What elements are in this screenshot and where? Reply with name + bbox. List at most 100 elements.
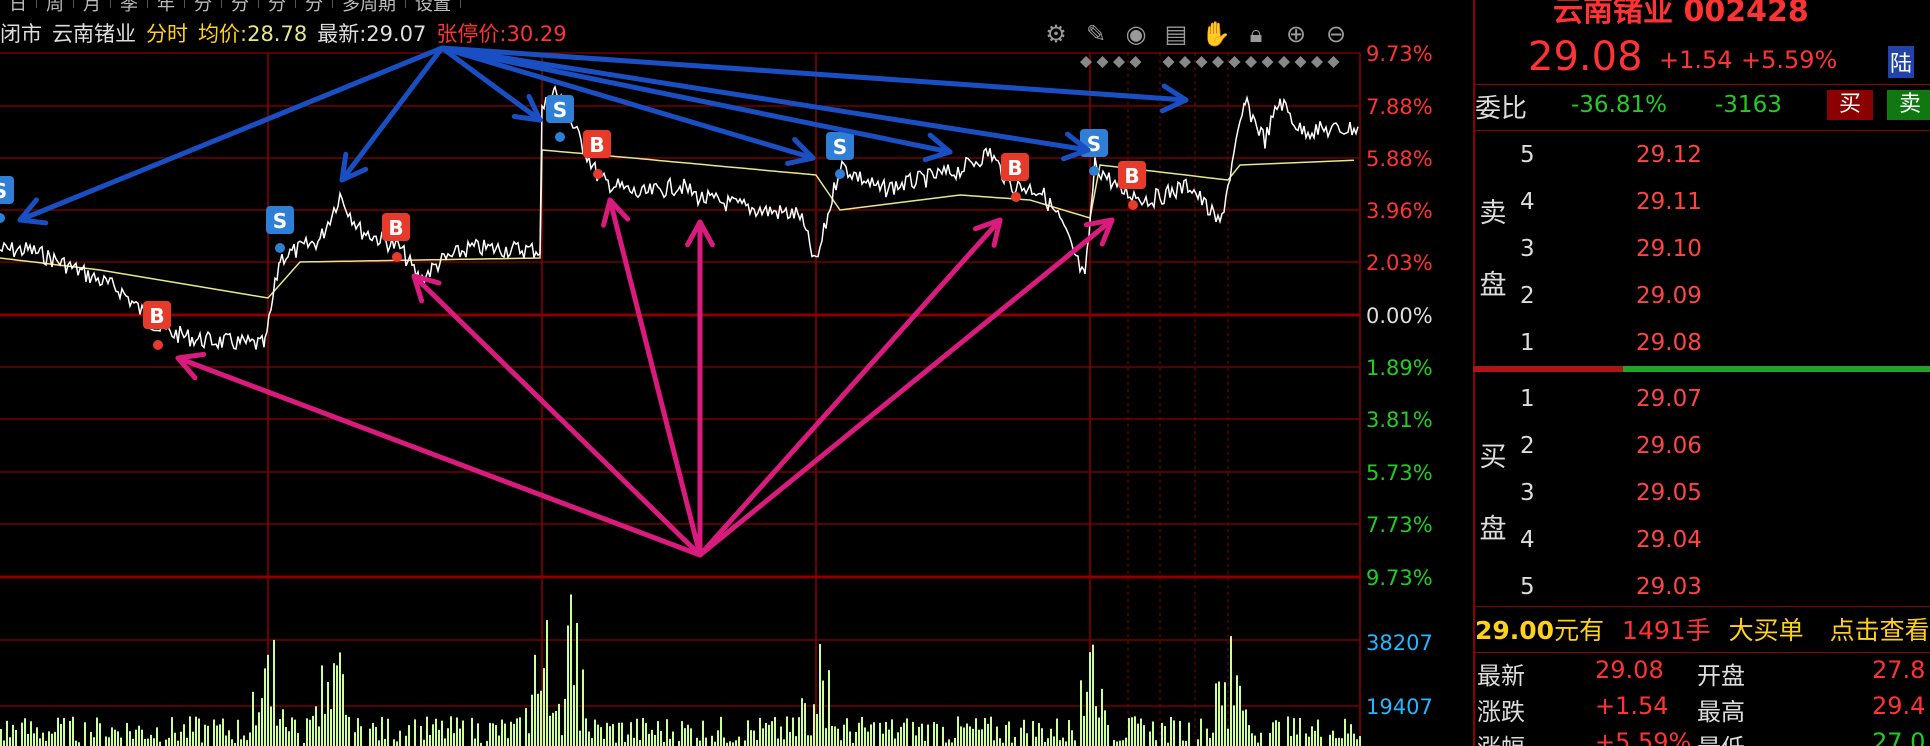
volume-bar <box>1170 716 1172 746</box>
zoom-out-icon[interactable]: ⊖ <box>1320 18 1352 50</box>
period-menu-item[interactable]: 分 <box>296 0 333 15</box>
stat-value: 29.4 <box>1872 692 1926 720</box>
volume-bar <box>816 713 818 746</box>
stat-label: 涨跌 <box>1477 698 1525 726</box>
volume-bar <box>984 717 986 746</box>
zoom-in-icon[interactable]: ⊕ <box>1280 18 1312 50</box>
volume-bar <box>36 727 38 746</box>
volume-bar <box>147 738 149 746</box>
volume-bar <box>1338 737 1340 746</box>
volume-bar <box>552 712 554 746</box>
eye-icon[interactable]: ◉ <box>1120 18 1152 50</box>
volume-bar <box>969 726 971 746</box>
volume-bar <box>828 670 830 746</box>
volume-bar <box>174 732 176 746</box>
volume-bar <box>624 741 626 746</box>
hand-icon[interactable]: ✋ <box>1200 18 1232 50</box>
period-menu-item[interactable]: 分 <box>222 0 259 15</box>
volume-bar <box>396 741 398 746</box>
draw-pen-icon[interactable]: ✎ <box>1080 18 1112 50</box>
order-row[interactable]: 229.0645 <box>1520 425 1930 471</box>
period-menu-item[interactable]: 周 <box>37 0 74 15</box>
volume-bar <box>261 698 263 746</box>
period-menu-item[interactable]: 分 <box>259 0 296 15</box>
volume-bar <box>738 736 740 746</box>
volume-bar <box>282 709 284 746</box>
period-menu-item[interactable]: 年 <box>148 0 185 15</box>
volume-bar <box>681 721 683 746</box>
volume-bar <box>420 725 422 746</box>
period-menu-item[interactable]: 季 <box>111 0 148 15</box>
volume-bar <box>1233 705 1235 746</box>
volume-bar <box>168 737 170 746</box>
volume-bar <box>798 717 800 746</box>
volume-bar <box>888 729 890 746</box>
order-row[interactable]: 129.08416 <box>1520 322 1930 368</box>
order-row[interactable]: 329.0530 <box>1520 472 1930 518</box>
volume-bar <box>648 733 650 746</box>
volume-bar <box>627 734 629 746</box>
volume-bar <box>1341 738 1343 746</box>
volume-bar <box>216 725 218 746</box>
order-row[interactable]: 529.1222 <box>1520 134 1930 180</box>
order-row[interactable]: 229.0924 <box>1520 275 1930 321</box>
annotation-arrow <box>697 217 1115 558</box>
view-mode[interactable]: 分时 <box>146 18 188 48</box>
volume-bar <box>1314 730 1316 746</box>
period-menu-item[interactable]: 设置 <box>406 0 461 15</box>
volume-bar <box>279 719 281 746</box>
volume-bar <box>699 740 701 746</box>
volume-bar <box>1206 728 1208 746</box>
volume-bar <box>1137 723 1139 746</box>
volume-bar <box>384 738 386 746</box>
order-row[interactable]: 429.1119 <box>1520 181 1930 227</box>
order-row[interactable]: 329.10104 <box>1520 228 1930 274</box>
volume-bar <box>429 734 431 746</box>
volume-bar <box>867 731 869 746</box>
sell-side-label: 卖盘 <box>1479 198 1507 301</box>
volume-bar <box>1245 709 1247 746</box>
volume-bar <box>831 725 833 746</box>
event-diamond <box>1096 56 1109 68</box>
volume-bar <box>975 718 977 746</box>
volume-bar <box>894 738 896 746</box>
volume-bar <box>1350 724 1352 746</box>
volume-bar <box>864 727 866 746</box>
lock-icon[interactable]: 🔒︎ <box>1240 18 1272 50</box>
volume-bar <box>768 724 770 746</box>
marker-dot <box>275 243 285 253</box>
intraday-chart[interactable]: SSBBSBSBSB 9.73%7.88%5.88%3.96%2.03%0.00… <box>0 0 1473 746</box>
volume-bar <box>1248 725 1250 746</box>
briefcase-icon[interactable]: ▤ <box>1160 18 1192 50</box>
event-diamond <box>1179 56 1191 68</box>
volume-bar <box>1104 710 1106 746</box>
order-row[interactable]: 129.07153 <box>1520 378 1930 424</box>
volume-bar <box>462 720 464 746</box>
period-menu-item[interactable]: 多周期 <box>333 0 406 15</box>
period-menu-item[interactable]: 分 <box>185 0 222 15</box>
volume-bar <box>1074 740 1076 746</box>
volume-bar <box>510 721 512 746</box>
volume-bar <box>963 727 965 746</box>
volume-bar <box>108 737 110 746</box>
sell-button[interactable]: 卖 <box>1887 90 1930 120</box>
volume-bar <box>1080 680 1082 746</box>
volume-bar <box>1062 737 1064 746</box>
volume-bar <box>933 722 935 746</box>
stock-name[interactable]: 云南锗业 <box>52 18 136 48</box>
volume-bar <box>936 723 938 746</box>
order-price: 29.03 <box>1636 574 1702 600</box>
volume-bar <box>84 722 86 746</box>
volume-bar <box>840 740 842 746</box>
ratio-bar-buy <box>1623 366 1930 372</box>
order-price: 29.06 <box>1636 433 1702 459</box>
settings-icon[interactable]: ⚙ <box>1040 18 1072 50</box>
stat-value: +5.59% <box>1595 728 1692 746</box>
stat-label: 开盘 <box>1697 662 1745 690</box>
volume-bar <box>1068 720 1070 746</box>
buy-button[interactable]: 买 <box>1827 90 1873 120</box>
big-order-bar[interactable]: 29.00元有 1491手 大买单 点击查看 <box>1475 611 1930 647</box>
order-row[interactable]: 429.0418 <box>1520 519 1930 565</box>
period-menu-item[interactable]: 日 <box>0 0 37 15</box>
period-menu-item[interactable]: 月 <box>74 0 111 15</box>
